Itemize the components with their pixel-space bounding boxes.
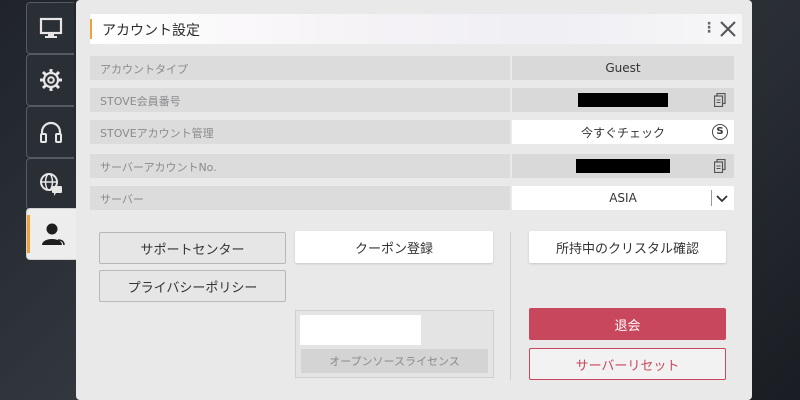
support-center-button[interactable]: サポートセンター bbox=[99, 232, 286, 264]
account-settings-panel: アカウント設定 ⋮ アカウントタイプ Guest STOVE会員番号 STOVE… bbox=[76, 0, 752, 400]
stove-s-icon: S bbox=[712, 124, 728, 140]
headset-icon bbox=[39, 121, 62, 143]
more-options-icon[interactable]: ⋮ bbox=[702, 20, 716, 36]
check-now-label: 今すぐチェック bbox=[580, 125, 665, 140]
server-account-no-value bbox=[512, 154, 734, 178]
row-stove-member-number: STOVE会員番号 bbox=[90, 88, 734, 112]
row-stove-account-manage: STOVEアカウント管理 今すぐチェック S bbox=[90, 120, 734, 144]
close-icon[interactable] bbox=[718, 19, 738, 39]
redacted-block bbox=[578, 93, 668, 107]
open-source-license-button[interactable]: オープンソースライセンス bbox=[301, 349, 488, 373]
tab-display[interactable] bbox=[26, 2, 74, 54]
monitor-icon bbox=[39, 17, 62, 38]
account-type-value: Guest bbox=[512, 56, 734, 80]
coupon-register-button[interactable]: クーポン登録 bbox=[295, 231, 493, 263]
header-accent-bar bbox=[90, 19, 92, 39]
tab-settings[interactable] bbox=[26, 54, 74, 106]
privacy-policy-button[interactable]: プライバシーポリシー bbox=[99, 270, 286, 302]
page-title: アカウント設定 bbox=[102, 23, 200, 39]
copy-icon[interactable] bbox=[714, 93, 726, 107]
withdraw-button[interactable]: 退会 bbox=[529, 308, 726, 340]
globe-chat-icon bbox=[39, 173, 62, 196]
row-label: サーバー bbox=[90, 186, 510, 210]
row-label: STOVE会員番号 bbox=[90, 88, 510, 112]
tab-audio[interactable] bbox=[26, 106, 74, 158]
row-server-account-no: サーバーアカウントNo. bbox=[90, 154, 734, 178]
license-blank-area bbox=[300, 315, 421, 345]
server-dropdown[interactable]: ASIA bbox=[512, 186, 734, 210]
server-selected-value: ASIA bbox=[609, 191, 637, 205]
copy-icon[interactable] bbox=[714, 159, 726, 173]
tab-account[interactable] bbox=[26, 208, 78, 260]
row-label: アカウントタイプ bbox=[90, 56, 510, 80]
server-reset-button[interactable]: サーバーリセット bbox=[529, 348, 726, 380]
row-server: サーバー ASIA bbox=[90, 186, 734, 210]
redacted-block bbox=[576, 159, 670, 173]
row-label: STOVEアカウント管理 bbox=[90, 120, 510, 144]
divider bbox=[510, 232, 511, 380]
chevron-down-icon bbox=[716, 195, 728, 203]
open-source-license-box: オープンソースライセンス bbox=[295, 310, 494, 378]
panel-header: アカウント設定 ⋮ bbox=[90, 14, 742, 44]
tab-language[interactable] bbox=[26, 158, 74, 210]
crystal-check-button[interactable]: 所持中のクリスタル確認 bbox=[529, 231, 726, 263]
row-label: サーバーアカウントNo. bbox=[90, 154, 510, 178]
row-account-type: アカウントタイプ Guest bbox=[90, 56, 734, 80]
dropdown-separator bbox=[711, 190, 712, 206]
check-now-button[interactable]: 今すぐチェック S bbox=[512, 120, 734, 144]
gear-icon bbox=[39, 69, 62, 91]
user-icon bbox=[41, 223, 65, 246]
member-number-value bbox=[512, 88, 734, 112]
